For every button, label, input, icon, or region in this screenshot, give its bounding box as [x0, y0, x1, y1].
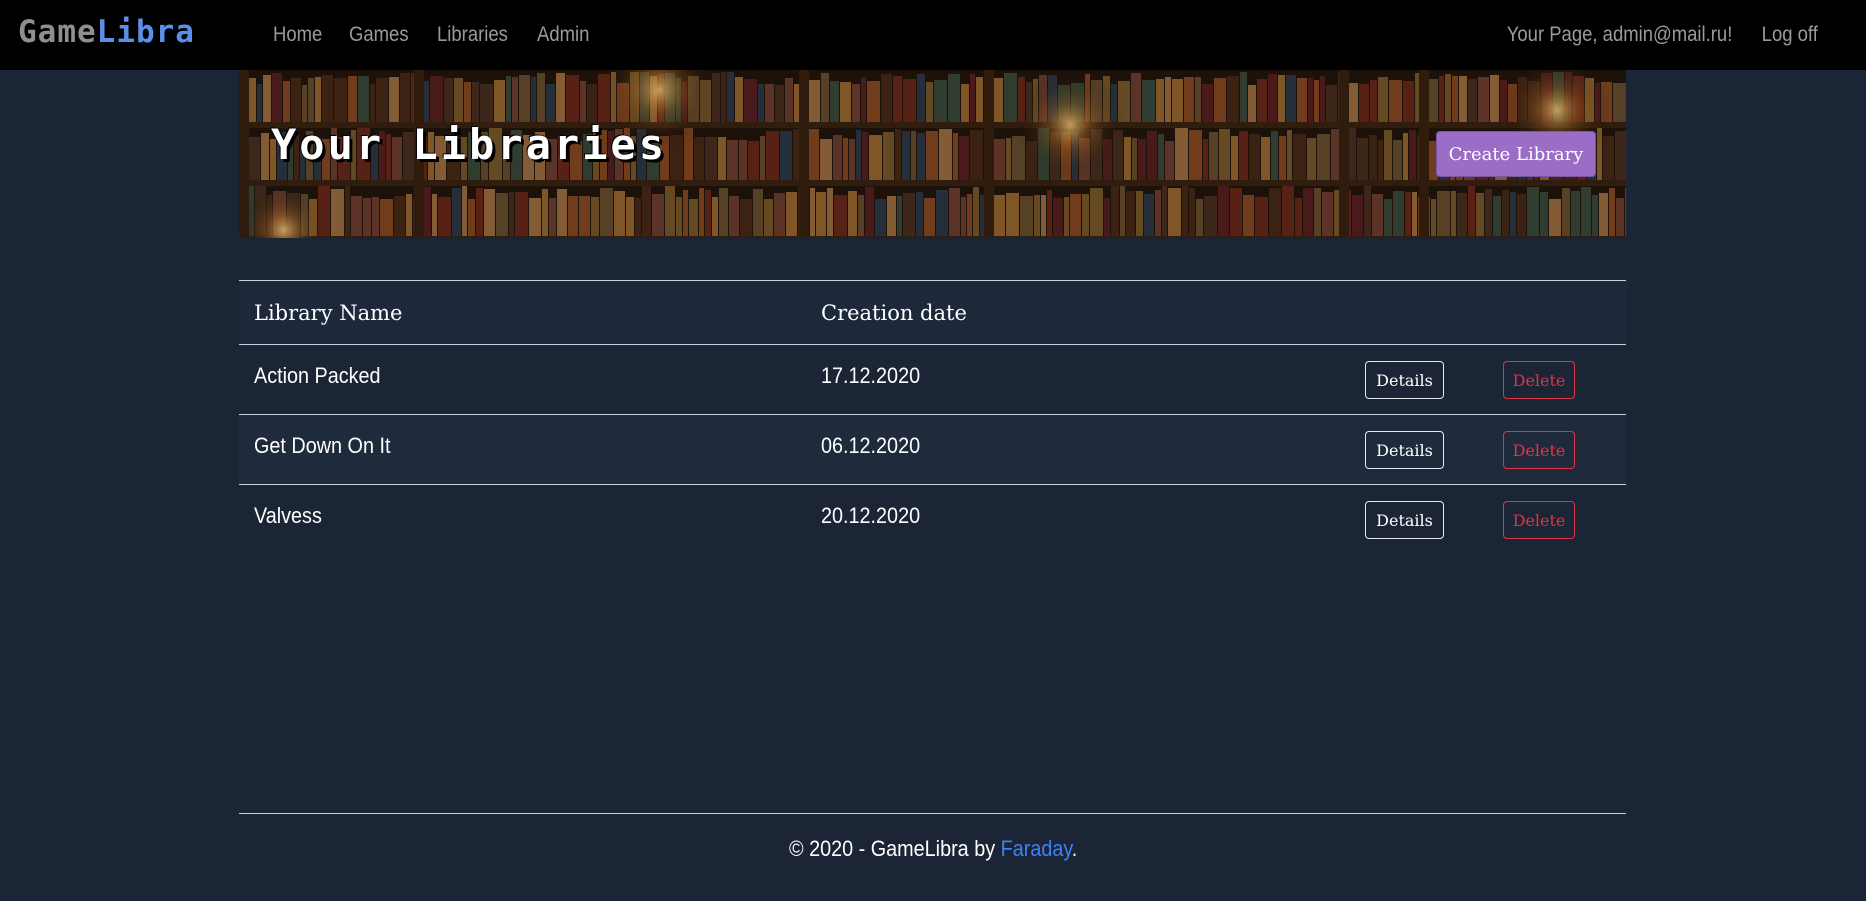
logoff-link[interactable]: Log off — [1762, 23, 1818, 47]
table-header-row: Library Name Creation date — [239, 280, 1626, 344]
nav-link-home[interactable]: Home — [273, 23, 322, 47]
brand-logo[interactable]: GameLibra — [18, 14, 195, 50]
library-name-cell: Valvess — [254, 502, 322, 528]
header-library-name: Library Name — [254, 300, 403, 325]
library-name-cell: Action Packed — [254, 362, 381, 388]
nav-user-area: Your Page, admin@mail.ru! Log off — [1454, 0, 1818, 70]
details-button[interactable]: Details — [1365, 361, 1444, 399]
libraries-table: Library Name Creation date Action Packed… — [239, 280, 1626, 554]
footer-copyright: © 2020 - GameLibra by — [788, 836, 1001, 861]
footer-divider — [239, 813, 1626, 814]
top-navbar: GameLibra Home Games Libraries Admin You… — [0, 0, 1866, 70]
brand-logo-game: Game — [18, 14, 97, 50]
delete-button[interactable]: Delete — [1503, 361, 1575, 399]
creation-date-cell: 17.12.2020 — [821, 362, 921, 388]
author-link[interactable]: Faraday — [1000, 836, 1071, 861]
nav-link-admin[interactable]: Admin — [537, 23, 589, 47]
table-row: Get Down On It 06.12.2020 Details Delete — [239, 414, 1626, 484]
creation-date-cell: 06.12.2020 — [821, 432, 921, 458]
details-button[interactable]: Details — [1365, 501, 1444, 539]
libraries-banner: Your Libraries Create Library — [239, 70, 1626, 238]
library-name-cell: Get Down On It — [254, 432, 391, 458]
header-creation-date: Creation date — [821, 300, 967, 325]
nav-link-games[interactable]: Games — [349, 23, 409, 47]
brand-logo-libra: Libra — [96, 14, 195, 50]
table-row: Action Packed 17.12.2020 Details Delete — [239, 344, 1626, 414]
nav-link-libraries[interactable]: Libraries — [437, 23, 508, 47]
delete-button[interactable]: Delete — [1503, 431, 1575, 469]
footer-period: . — [1071, 836, 1078, 861]
create-library-button[interactable]: Create Library — [1436, 131, 1596, 177]
table-row: Valvess 20.12.2020 Details Delete — [239, 484, 1626, 554]
user-page-link[interactable]: Your Page, admin@mail.ru! — [1507, 23, 1733, 47]
details-button[interactable]: Details — [1365, 431, 1444, 469]
nav-links: Home Games Libraries Admin — [273, 0, 617, 70]
footer: © 2020 - GameLibra by Faraday. — [0, 836, 1866, 862]
creation-date-cell: 20.12.2020 — [821, 502, 921, 528]
delete-button[interactable]: Delete — [1503, 501, 1575, 539]
page-title: Your Libraries — [271, 120, 668, 169]
